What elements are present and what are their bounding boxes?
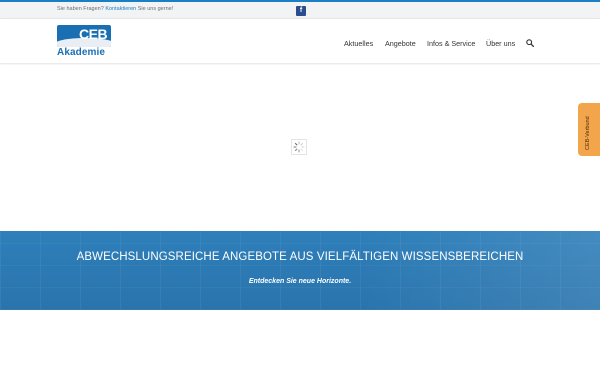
nav-item-aktuelles[interactable]: Aktuelles bbox=[344, 39, 373, 48]
nav-item-ueber-uns[interactable]: Über uns bbox=[486, 39, 515, 48]
top-bar: Sie haben Fragen? Kontaktieren Sie uns g… bbox=[0, 2, 600, 19]
logo-bottom-text: Akademie bbox=[57, 47, 106, 58]
banner-shade bbox=[360, 231, 600, 310]
contact-link[interactable]: Kontaktieren bbox=[105, 6, 136, 12]
contact-prompt: Sie haben Fragen? Kontaktieren Sie uns g… bbox=[57, 6, 173, 12]
logo[interactable]: CEB Akademie bbox=[57, 25, 111, 59]
hero-banner: ABWECHSLUNGSREICHE ANGEBOTE AUS VIELFÄLT… bbox=[0, 231, 600, 310]
nav-item-infos-service[interactable]: Infos & Service bbox=[427, 39, 475, 48]
nav-item-angebote[interactable]: Angebote bbox=[385, 39, 416, 48]
contact-prefix: Sie haben Fragen? bbox=[57, 6, 104, 12]
facebook-icon[interactable]: f bbox=[296, 6, 306, 16]
loading-spinner-icon bbox=[291, 139, 307, 155]
logo-box: CEB bbox=[57, 25, 111, 47]
logo-top-text: CEB bbox=[79, 26, 108, 42]
site-header: CEB Akademie Aktuelles Angebote Infos & … bbox=[0, 20, 600, 64]
ceb-verbund-tab[interactable]: CEB-Verbund bbox=[578, 103, 600, 156]
banner-headline: ABWECHSLUNGSREICHE ANGEBOTE AUS VIELFÄLT… bbox=[76, 251, 524, 263]
ceb-verbund-label: CEB-Verbund bbox=[585, 116, 591, 150]
contact-suffix: Sie uns gerne! bbox=[137, 6, 174, 12]
search-icon[interactable] bbox=[526, 39, 534, 47]
banner-subline: Entdecken Sie neue Horizonte. bbox=[248, 278, 352, 285]
